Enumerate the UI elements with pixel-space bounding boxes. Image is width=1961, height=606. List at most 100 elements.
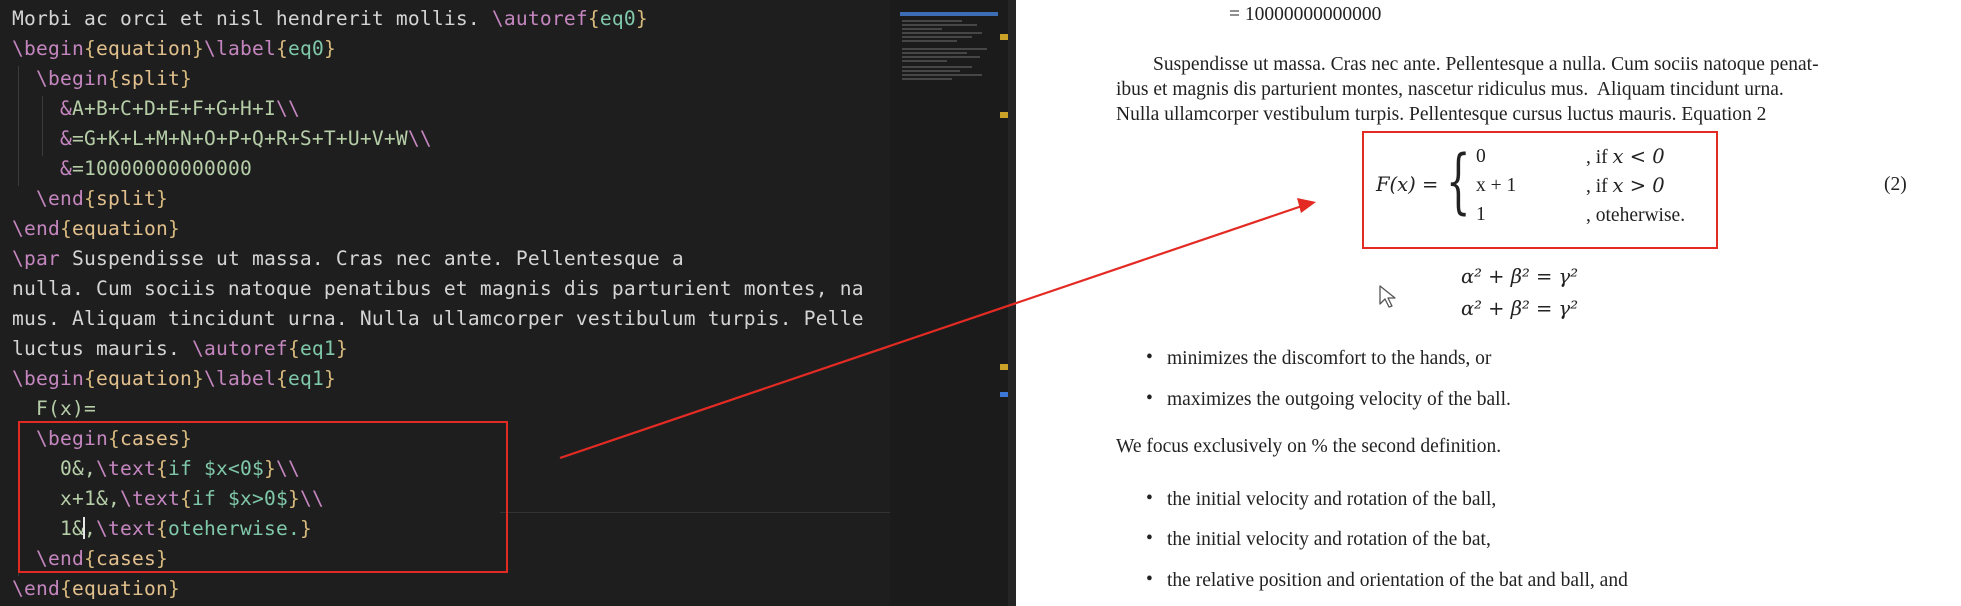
code-line[interactable]: F(x)= (12, 394, 96, 424)
minimap-line (902, 32, 982, 34)
code-token: \label (203, 367, 276, 390)
code-token: equation (95, 367, 192, 390)
code-token: Morbi ac orci et nisl hendrerit mollis. (12, 7, 492, 30)
code-line[interactable]: Morbi ac orci et nisl hendrerit mollis. … (12, 4, 648, 34)
code-token: eq0 (287, 37, 324, 60)
code-token: eq1 (287, 367, 324, 390)
bullet-icon: • (1146, 528, 1153, 549)
code-token: } (191, 367, 204, 390)
code-token: } (635, 7, 648, 30)
minimap-line (902, 52, 967, 54)
code-token: { (275, 367, 288, 390)
minimap-line (902, 70, 960, 72)
code-token: { (275, 37, 288, 60)
code-token: \\ (407, 127, 432, 150)
code-token: \end (36, 187, 84, 210)
indent-guide (18, 66, 19, 186)
bullet-item: minimizes the discomfort to the hands, o… (1167, 348, 1492, 369)
code-line[interactable]: \end{equation} (12, 574, 180, 604)
bullet-icon: • (1146, 347, 1153, 368)
bullet-item: the initial velocity and rotation of the… (1167, 489, 1497, 510)
code-line[interactable]: luctus mauris. \autoref{eq1} (12, 334, 348, 364)
code-line[interactable]: mus. Aliquam tincidunt urna. Nulla ullam… (12, 304, 864, 334)
code-line[interactable]: &=10000000000000 (12, 154, 252, 184)
paragraph-line: Nulla ullamcorper vestibulum turpis. Pel… (1116, 104, 1767, 125)
bullet-item: the relative position and orientation of… (1167, 570, 1628, 591)
code-token: { (60, 577, 72, 600)
minimap-line (902, 74, 982, 76)
minimap-line (902, 28, 942, 30)
editor-highlight-box (18, 421, 508, 573)
code-line[interactable]: nulla. Cum sociis natoque penatibus et m… (12, 274, 864, 304)
scrollbar-marker (1000, 34, 1008, 40)
minimap-viewport (900, 12, 998, 16)
code-line[interactable]: \begin{equation}\label{eq1} (12, 364, 336, 394)
code-token: \begin (12, 367, 84, 390)
code-token: eq1 (299, 337, 336, 360)
code-token: F(x)= (36, 397, 96, 420)
minimap-line (902, 56, 980, 58)
code-line[interactable]: \begin{equation}\label{eq0} (12, 34, 336, 64)
minimap-line (902, 60, 947, 62)
editor-scrollbar[interactable] (1008, 0, 1016, 606)
pdf-highlight-box (1362, 131, 1718, 249)
code-token: } (167, 577, 180, 600)
minimap-line (902, 24, 977, 26)
scrollbar-marker (1000, 392, 1008, 397)
code-token: } (335, 337, 348, 360)
code-token: equation (95, 37, 192, 60)
code-token: { (83, 367, 96, 390)
code-token: =10000000000000 (72, 157, 252, 180)
scrollbar-marker (1000, 364, 1008, 370)
bullet-icon: • (1146, 488, 1153, 509)
minimap-line (902, 20, 962, 22)
code-token: { (60, 217, 72, 240)
code-line[interactable]: \par Suspendisse ut massa. Cras nec ante… (12, 244, 684, 274)
code-token: { (587, 7, 600, 30)
equation-line: = 10000000000000 (1229, 4, 1382, 25)
code-token: & (60, 127, 72, 150)
code-token: & (60, 97, 72, 120)
code-line[interactable]: \end{equation} (12, 214, 180, 244)
bullet-item: the initial velocity and rotation of the… (1167, 529, 1491, 550)
focus-text: We focus exclusively on % the second def… (1116, 436, 1502, 457)
minimap-line (902, 66, 972, 68)
code-line[interactable]: \end{split} (12, 184, 168, 214)
code-token: { (84, 187, 96, 210)
code-token: \label (203, 37, 276, 60)
code-token: { (287, 337, 300, 360)
code-token: \autoref (191, 337, 288, 360)
alpha-equation: α² + β² = γ² (1461, 297, 1579, 320)
code-token: \begin (36, 67, 108, 90)
code-line[interactable]: &A+B+C+D+E+F+G+H+I\\ (12, 94, 300, 124)
minimap-line (902, 48, 987, 50)
pdf-preview[interactable]: = 10000000000000 Suspendisse ut massa. C… (1016, 0, 1961, 606)
code-token: split (96, 187, 156, 210)
code-token: =G+K+L+M+N+O+P+Q+R+S+T+U+V+W (72, 127, 408, 150)
minimap[interactable] (890, 0, 1008, 606)
bullet-icon: • (1146, 388, 1153, 409)
code-token: equation (72, 577, 168, 600)
code-token: \end (12, 577, 60, 600)
indent-guide (42, 96, 43, 156)
code-token: equation (72, 217, 168, 240)
line-separator (500, 512, 890, 513)
minimap-line (902, 40, 957, 42)
code-token: } (191, 37, 204, 60)
code-token: \par (12, 247, 60, 270)
code-line[interactable]: \begin{split} (12, 64, 192, 94)
code-token: A+B+C+D+E+F+G+H+I (72, 97, 276, 120)
bullet-item: maximizes the outgoing velocity of the b… (1167, 389, 1511, 410)
code-line[interactable]: &=G+K+L+M+N+O+P+Q+R+S+T+U+V+W\\ (12, 124, 432, 154)
code-token: } (155, 187, 168, 210)
alpha-equation: α² + β² = γ² (1461, 265, 1579, 288)
scrollbar-marker (1000, 112, 1008, 118)
code-token: & (60, 157, 72, 180)
paragraph-line: Suspendisse ut massa. Cras nec ante. Pel… (1153, 54, 1819, 75)
minimap-line (902, 78, 952, 80)
